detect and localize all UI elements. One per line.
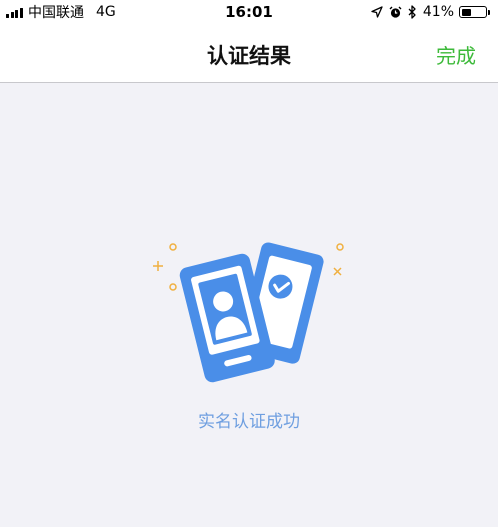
status-right: 41%	[365, 3, 490, 21]
bluetooth-icon	[408, 5, 417, 19]
done-button[interactable]: 完成	[436, 40, 476, 69]
alarm-icon	[389, 6, 402, 19]
battery-percent: 41%	[422, 4, 454, 20]
id-verified-icon	[145, 235, 355, 385]
navigation-bar: 认证结果 完成	[0, 24, 498, 83]
page-title: 认证结果	[207, 44, 291, 68]
status-bar: 中国联通 4G 16:01 41%	[0, 0, 498, 24]
battery-icon	[459, 6, 490, 18]
location-arrow-icon	[371, 6, 383, 18]
verification-success-message: 实名认证成功	[198, 412, 300, 432]
